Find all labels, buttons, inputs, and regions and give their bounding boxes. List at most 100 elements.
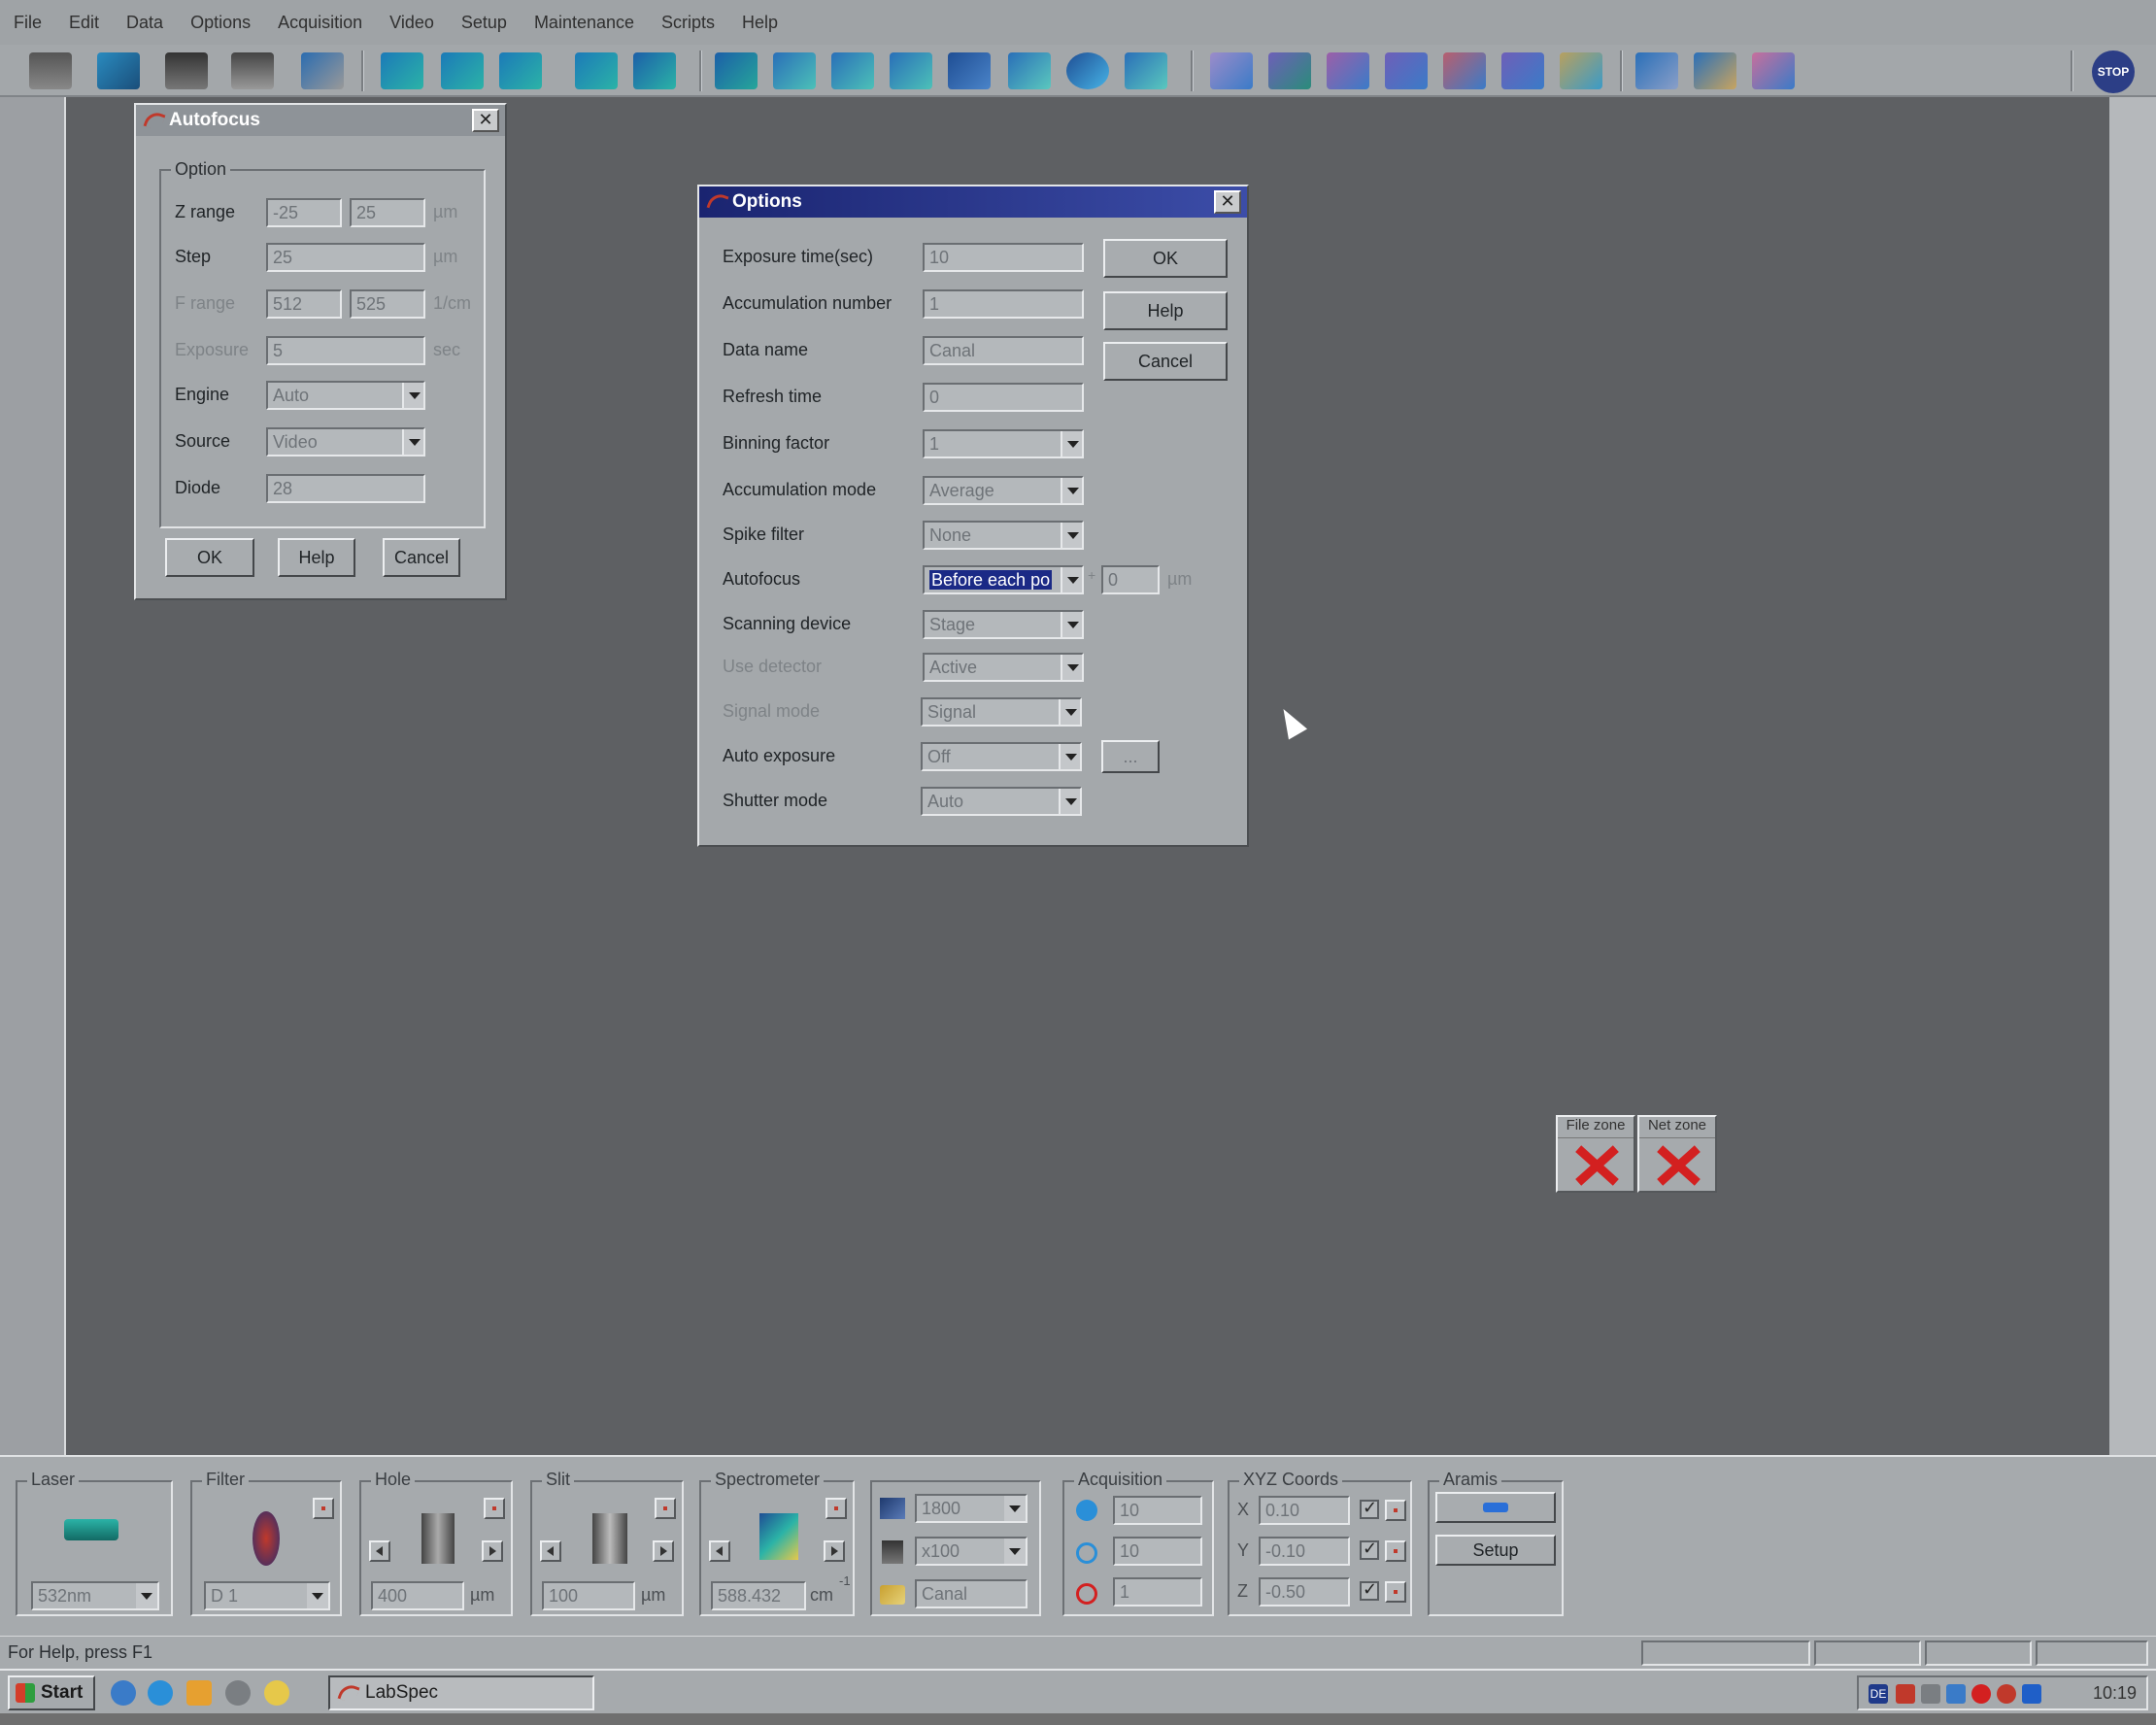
menu-help[interactable]: Help xyxy=(742,13,778,33)
acquisition-accumulation-field[interactable]: 10 xyxy=(1113,1537,1202,1566)
x-coord-field[interactable]: 0.10 xyxy=(1259,1496,1350,1525)
cancel-button[interactable]: Cancel xyxy=(383,538,460,577)
filter-options-button[interactable] xyxy=(313,1498,334,1519)
fit-window-icon[interactable] xyxy=(1125,52,1167,89)
frange-max-field[interactable]: 525 xyxy=(350,289,425,319)
accumulation-number-field[interactable]: 1 xyxy=(923,289,1084,319)
menu-scripts[interactable]: Scripts xyxy=(661,13,715,33)
chevron-down-icon[interactable] xyxy=(1004,1539,1026,1564)
spectrum-icon[interactable] xyxy=(1210,52,1253,89)
chevron-down-icon[interactable] xyxy=(402,383,423,408)
z-lock-checkbox[interactable] xyxy=(1360,1579,1379,1601)
chevron-down-icon[interactable] xyxy=(1059,789,1080,814)
slit-options-button[interactable] xyxy=(655,1498,676,1519)
taskbar-labspec[interactable]: LabSpec xyxy=(328,1675,594,1710)
binning-factor-dropdown[interactable]: 1 xyxy=(923,429,1084,458)
x-lock-checkbox[interactable] xyxy=(1360,1498,1379,1519)
open-icon[interactable] xyxy=(29,52,72,89)
exposure-field[interactable]: 5 xyxy=(266,336,425,365)
chevron-down-icon[interactable] xyxy=(1061,567,1082,592)
stage-icon[interactable] xyxy=(831,52,874,89)
antivirus-icon[interactable] xyxy=(1971,1684,1991,1704)
chevron-down-icon[interactable] xyxy=(1061,431,1082,457)
desktop-icon[interactable] xyxy=(111,1680,136,1706)
menu-edit[interactable]: Edit xyxy=(69,13,99,33)
media-player-icon[interactable] xyxy=(264,1680,289,1706)
filter-icon[interactable] xyxy=(1327,52,1369,89)
save-icon[interactable] xyxy=(165,52,208,89)
palette-icon[interactable] xyxy=(1694,52,1736,89)
print-icon[interactable] xyxy=(231,52,274,89)
start-button[interactable]: Start xyxy=(8,1675,95,1710)
y-lock-checkbox[interactable] xyxy=(1360,1539,1379,1560)
spectrometer-decrease-button[interactable] xyxy=(709,1540,730,1562)
use-detector-dropdown[interactable]: Active xyxy=(923,653,1084,682)
tray-monitor-icon[interactable] xyxy=(2022,1684,2041,1704)
hole-decrease-button[interactable] xyxy=(369,1540,390,1562)
slit-decrease-button[interactable] xyxy=(540,1540,561,1562)
tray-app-icon[interactable] xyxy=(1921,1684,1940,1704)
acquisition-count-field[interactable]: 1 xyxy=(1113,1577,1202,1607)
aramis-setup-button[interactable]: Setup xyxy=(1435,1535,1556,1566)
autofocus-offset-field[interactable]: 0 xyxy=(1101,565,1160,594)
stop-button[interactable]: STOP xyxy=(2092,51,2135,93)
slit-increase-button[interactable] xyxy=(653,1540,674,1562)
chevron-down-icon[interactable] xyxy=(1061,655,1082,680)
aramis-connect-button[interactable] xyxy=(1435,1492,1556,1523)
acquisition-time-field[interactable]: 10 xyxy=(1113,1496,1202,1525)
explorer-icon[interactable] xyxy=(186,1680,212,1706)
map-grid-icon[interactable] xyxy=(773,52,816,89)
exposure-time-field[interactable]: 10 xyxy=(923,243,1084,272)
scanning-device-dropdown[interactable]: Stage xyxy=(923,610,1084,639)
auto-exposure-more-button[interactable]: ... xyxy=(1101,740,1160,773)
menu-acquisition[interactable]: Acquisition xyxy=(278,13,362,33)
y-options-button[interactable] xyxy=(1385,1540,1406,1562)
spectrum-window-icon[interactable] xyxy=(1008,52,1051,89)
accumulation-mode-dropdown[interactable]: Average xyxy=(923,476,1084,505)
browser-icon[interactable] xyxy=(148,1680,173,1706)
chevron-down-icon[interactable] xyxy=(1004,1496,1026,1521)
menu-file[interactable]: File xyxy=(14,13,42,33)
x-options-button[interactable] xyxy=(1385,1500,1406,1521)
chevron-down-icon[interactable] xyxy=(1059,744,1080,769)
spectrometer-increase-button[interactable] xyxy=(824,1540,845,1562)
y-coord-field[interactable]: -0.10 xyxy=(1259,1537,1350,1566)
grating-dropdown[interactable]: 1800 xyxy=(915,1494,1027,1523)
library-icon[interactable] xyxy=(1560,52,1602,89)
options-titlebar[interactable]: Options ✕ xyxy=(699,186,1247,218)
vertical-scale-icon[interactable] xyxy=(441,52,484,89)
menu-video[interactable]: Video xyxy=(389,13,434,33)
chevron-down-icon[interactable] xyxy=(1061,612,1082,637)
menu-data[interactable]: Data xyxy=(126,13,163,33)
language-indicator[interactable]: DE xyxy=(1869,1684,1888,1704)
spectrometer-options-button[interactable] xyxy=(825,1498,847,1519)
info-icon[interactable] xyxy=(633,52,676,89)
hole-options-button[interactable] xyxy=(484,1498,505,1519)
peak-search-icon[interactable] xyxy=(715,52,758,89)
diode-field[interactable]: 28 xyxy=(266,474,425,503)
chevron-down-icon[interactable] xyxy=(1061,523,1082,548)
spectrometer-field[interactable]: 588.432 xyxy=(711,1581,806,1610)
step-field[interactable]: 25 xyxy=(266,243,425,272)
objective-dropdown[interactable]: x100 xyxy=(915,1537,1027,1566)
ok-button[interactable]: OK xyxy=(1103,239,1228,278)
shutter-mode-dropdown[interactable]: Auto xyxy=(921,787,1082,816)
auto-exposure-dropdown[interactable]: Off xyxy=(921,742,1082,771)
horizontal-scale-icon[interactable] xyxy=(499,52,542,89)
tray-alert-icon[interactable] xyxy=(1997,1684,2016,1704)
filter-dropdown[interactable]: D 1 xyxy=(204,1581,330,1610)
menu-options[interactable]: Options xyxy=(190,13,251,33)
help-button[interactable]: Help xyxy=(278,538,355,577)
help-pointer-icon[interactable] xyxy=(301,52,344,89)
autofocus-dropdown[interactable]: Before each po xyxy=(923,565,1084,594)
frange-min-field[interactable]: 512 xyxy=(266,289,342,319)
baseline-icon[interactable] xyxy=(1385,52,1428,89)
file-zone[interactable]: File zone xyxy=(1556,1115,1635,1193)
z-coord-field[interactable]: -0.50 xyxy=(1259,1577,1350,1607)
labspec-quicklaunch-icon[interactable] xyxy=(225,1680,251,1706)
z-range-max-field[interactable]: 25 xyxy=(350,198,425,227)
fit-peaks-icon[interactable] xyxy=(1443,52,1486,89)
help-button[interactable]: Help xyxy=(1103,291,1228,330)
signal-mode-dropdown[interactable]: Signal xyxy=(921,697,1082,727)
network-icon[interactable] xyxy=(1896,1684,1915,1704)
